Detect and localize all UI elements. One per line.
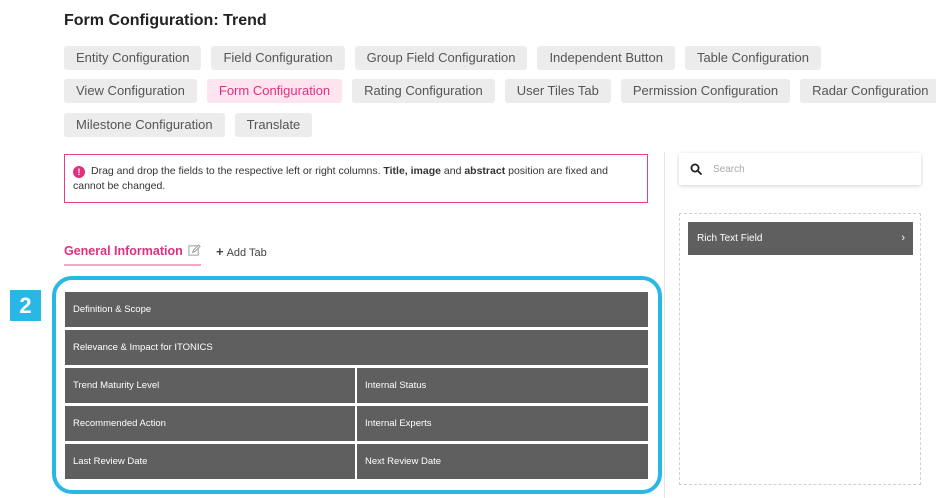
info-text-2: and	[440, 165, 465, 177]
search-box	[679, 153, 921, 185]
chevron-right-icon: ›	[901, 232, 905, 244]
config-tabs-row-2: View Configuration Form Configuration Ra…	[64, 79, 936, 103]
page-title: Form Configuration: Trend	[64, 12, 267, 29]
search-icon	[690, 163, 702, 175]
info-bold-1: Title, image	[383, 165, 441, 177]
exclamation-icon: !	[73, 166, 85, 178]
field-recommended-action[interactable]: Recommended Action	[65, 406, 355, 441]
plus-icon: +	[216, 244, 224, 259]
tab-independent-button[interactable]: Independent Button	[537, 46, 675, 70]
tab-view-configuration[interactable]: View Configuration	[64, 79, 197, 103]
search-input[interactable]	[713, 159, 913, 179]
info-bold-2: abstract	[464, 165, 506, 177]
field-relevance-impact[interactable]: Relevance & Impact for ITONICS	[65, 330, 648, 365]
tab-milestone-configuration[interactable]: Milestone Configuration	[64, 113, 225, 137]
config-tabs-row-3: Milestone Configuration Translate	[64, 113, 313, 137]
available-field-rich-text[interactable]: Rich Text Field ›	[688, 222, 913, 255]
tab-rating-configuration[interactable]: Rating Configuration	[352, 79, 495, 103]
field-internal-experts[interactable]: Internal Experts	[357, 406, 648, 441]
field-internal-status[interactable]: Internal Status	[357, 368, 648, 403]
info-message: ! Drag and drop the fields to the respect…	[64, 154, 648, 203]
tab-entity-configuration[interactable]: Entity Configuration	[64, 46, 202, 70]
tab-table-configuration[interactable]: Table Configuration	[684, 46, 821, 70]
edit-icon[interactable]	[188, 244, 201, 257]
tab-form-configuration[interactable]: Form Configuration	[206, 79, 343, 103]
field-definition-scope[interactable]: Definition & Scope	[65, 292, 648, 327]
tab-permission-configuration[interactable]: Permission Configuration	[620, 79, 791, 103]
field-next-review-date[interactable]: Next Review Date	[357, 444, 648, 479]
tab-general-information-label: General Information	[64, 244, 183, 258]
tab-general-information[interactable]: General Information	[64, 242, 201, 266]
add-tab-label: Add Tab	[226, 247, 267, 259]
config-tabs-row-1: Entity Configuration Field Configuration…	[64, 46, 821, 70]
tab-user-tiles[interactable]: User Tiles Tab	[504, 79, 611, 103]
available-field-label: Rich Text Field	[697, 233, 763, 244]
tab-field-configuration[interactable]: Field Configuration	[211, 46, 345, 70]
info-text-1: Drag and drop the fields to the respecti…	[91, 165, 384, 177]
tab-group-field-configuration[interactable]: Group Field Configuration	[354, 46, 528, 70]
tab-radar-configuration[interactable]: Radar Configuration	[800, 79, 936, 103]
add-tab-button[interactable]: + Add Tab	[216, 244, 267, 259]
field-last-review-date[interactable]: Last Review Date	[65, 444, 355, 479]
tab-translate[interactable]: Translate	[234, 113, 313, 137]
annotation-badge: 2	[10, 290, 41, 321]
column-divider	[664, 152, 665, 498]
field-trend-maturity-level[interactable]: Trend Maturity Level	[65, 368, 355, 403]
